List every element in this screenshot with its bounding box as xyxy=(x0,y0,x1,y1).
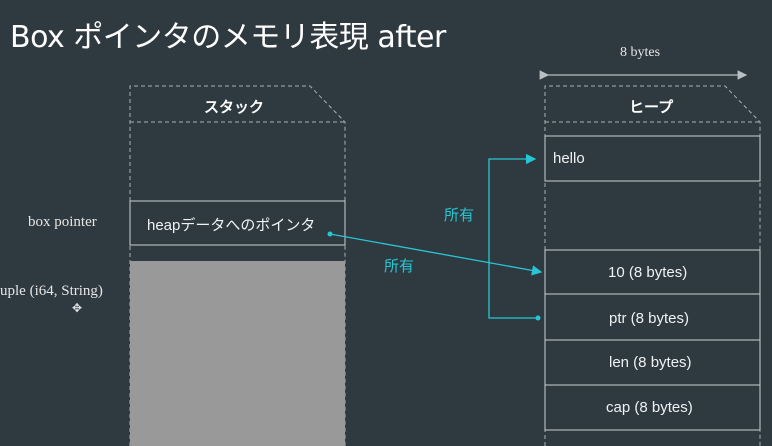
ownership-label-box: 所有 xyxy=(384,258,415,275)
ownership-label-ptr: 所有 xyxy=(444,207,475,224)
box-pointer-arrow xyxy=(329,233,543,276)
move-cursor-icon: ✥ xyxy=(72,301,83,315)
heap-header: ヒープ xyxy=(629,99,674,116)
box-pointer-label: box pointer xyxy=(28,214,97,230)
stack-box-cell-text: heapデータへのポインタ xyxy=(147,217,316,234)
heap-cell-10-text: 10 (8 bytes) xyxy=(608,264,688,281)
tuple-label: uple (i64, String) xyxy=(0,283,103,299)
heap-cell-ptr-text: ptr (8 bytes) xyxy=(609,310,690,327)
stack-header: スタック xyxy=(204,99,265,116)
heap-cell-len-text: len (8 bytes) xyxy=(609,354,692,371)
heap-cell-hello-text: hello xyxy=(553,150,585,167)
ptr-to-hello-arrow xyxy=(488,153,538,319)
memory-diagram xyxy=(129,70,761,446)
heap-cell-cap-text: cap (8 bytes) xyxy=(606,399,693,416)
tuple-block xyxy=(130,261,345,446)
